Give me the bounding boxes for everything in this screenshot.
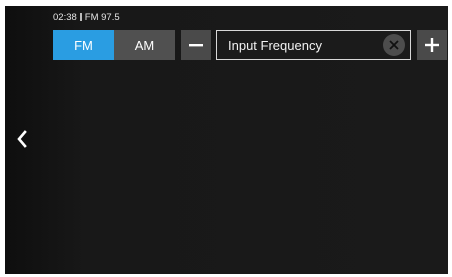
signal-separator-icon [79, 13, 82, 21]
plus-icon [425, 38, 439, 52]
band-am-button[interactable]: AM [114, 30, 175, 60]
radio-screen: 02:38 FM 97.5 FM AM Input Frequency [5, 6, 448, 274]
chevron-left-icon [17, 130, 27, 148]
minus-icon [189, 44, 203, 47]
status-bar: 02:38 FM 97.5 [53, 10, 120, 24]
decrease-frequency-button[interactable] [181, 30, 211, 60]
band-toggle: FM AM [53, 30, 175, 60]
frequency-input-placeholder: Input Frequency [228, 37, 322, 53]
back-button[interactable] [11, 124, 33, 154]
band-fm-button[interactable]: FM [53, 30, 114, 60]
increase-frequency-button[interactable] [417, 30, 447, 60]
frequency-input-field[interactable]: Input Frequency [216, 30, 411, 60]
clear-input-button[interactable] [383, 34, 405, 56]
clock-time: 02:38 [53, 11, 77, 23]
current-station: FM 97.5 [84, 11, 120, 23]
clear-x-icon [389, 40, 399, 50]
